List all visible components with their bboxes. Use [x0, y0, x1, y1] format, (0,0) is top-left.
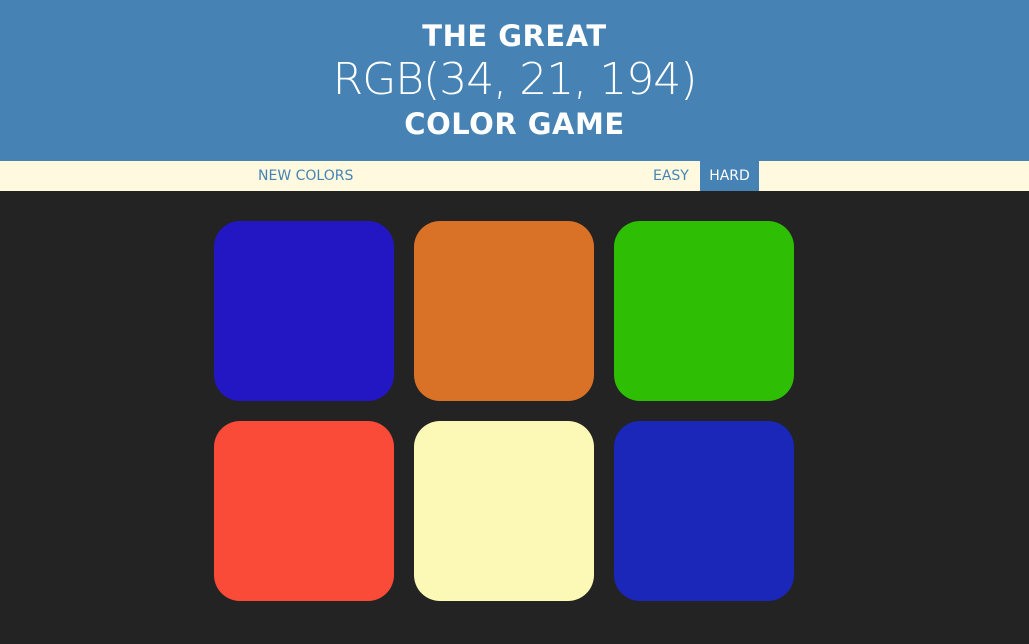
- game-header: THE GREAT RGB(34, 21, 194) COLOR GAME: [0, 0, 1029, 161]
- title-bottom: COLOR GAME: [404, 107, 625, 141]
- color-square[interactable]: [214, 421, 394, 601]
- color-square[interactable]: [414, 421, 594, 601]
- new-colors-button[interactable]: NEW COLORS: [250, 161, 361, 191]
- control-stripe: NEW COLORS EASY HARD: [0, 161, 1029, 191]
- color-square[interactable]: [214, 221, 394, 401]
- target-rgb-display: RGB(34, 21, 194): [332, 54, 698, 105]
- easy-mode-button[interactable]: EASY: [645, 161, 697, 191]
- hard-mode-button[interactable]: HARD: [700, 161, 759, 191]
- color-square[interactable]: [614, 221, 794, 401]
- color-squares-board: [0, 191, 1029, 644]
- color-square[interactable]: [414, 221, 594, 401]
- title-top: THE GREAT: [422, 19, 607, 53]
- color-square[interactable]: [614, 421, 794, 601]
